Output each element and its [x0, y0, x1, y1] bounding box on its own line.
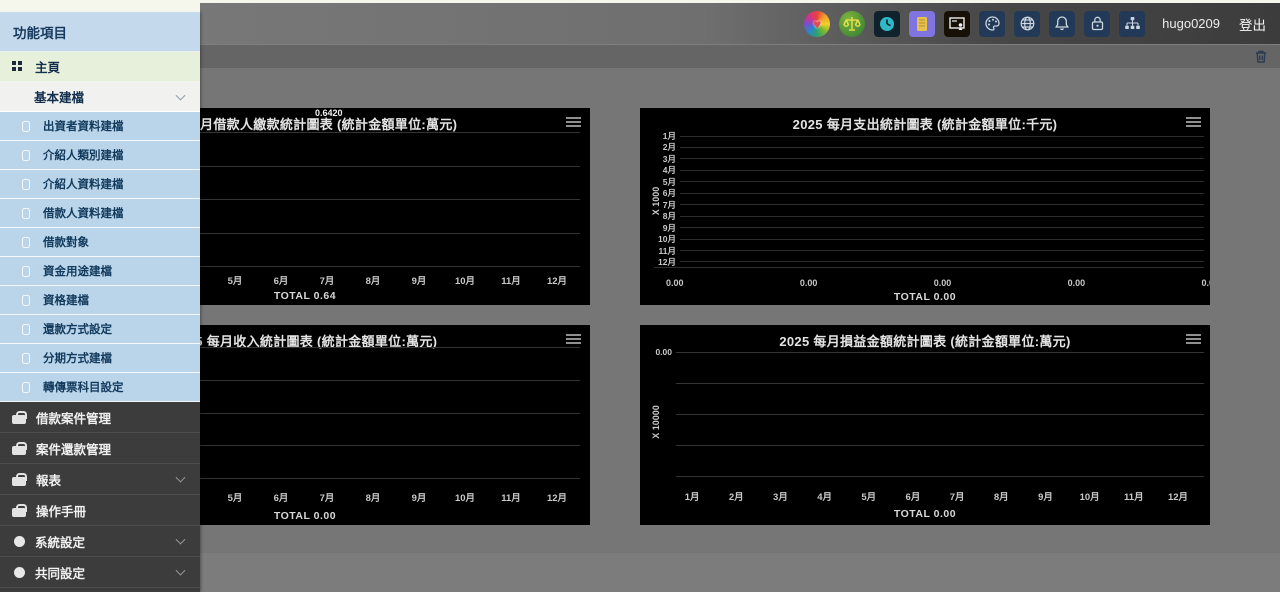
username[interactable]: hugo0209	[1162, 16, 1220, 31]
sidebar: 功能項目 主頁 基本建檔 出資者資料建檔 介紹人類別建檔 介紹人資料建檔	[0, 12, 200, 592]
sidebar-dark-label: 操作手冊	[36, 501, 86, 520]
sidebar-group-label: 基本建檔	[34, 87, 84, 106]
sidebar-submenu-label: 介紹人資料建檔	[43, 176, 124, 192]
x-axis-ticks: 0.000.000.000.000.00	[666, 278, 1210, 288]
bell-icon[interactable]	[1049, 11, 1075, 37]
item-box-icon	[22, 121, 30, 132]
y-axis-title: X 10000	[651, 400, 661, 444]
sitemap-icon[interactable]	[1119, 11, 1145, 37]
lock-icon[interactable]	[1084, 11, 1110, 37]
category-rows: 1月2月3月4月5月6月7月8月9月10月11月12月	[654, 131, 1204, 268]
sidebar-submenu-label: 轉傳票科目設定	[43, 379, 124, 395]
palette-icon[interactable]	[979, 11, 1005, 37]
chevron-down-icon	[176, 535, 186, 545]
sidebar-dark-item[interactable]: 報表	[0, 464, 200, 495]
sidebar-dark-item[interactable]: 案件還款管理	[0, 433, 200, 464]
item-icon	[12, 411, 26, 424]
sidebar-dark-label: 系統設定	[35, 532, 85, 551]
globe-icon[interactable]	[1014, 11, 1040, 37]
chart-menu-icon[interactable]	[1186, 117, 1201, 129]
item-icon	[12, 473, 26, 486]
sidebar-submenu-label: 資金用途建檔	[43, 263, 112, 279]
item-box-icon	[22, 266, 30, 277]
item-box-icon	[22, 179, 30, 190]
sidebar-group-basic[interactable]: 基本建檔	[0, 82, 200, 112]
chart-menu-icon[interactable]	[1186, 334, 1201, 346]
item-box-icon	[22, 295, 30, 306]
item-icon	[12, 504, 26, 517]
chart-menu-icon[interactable]	[566, 117, 581, 129]
item-box-icon	[22, 353, 30, 364]
sidebar-submenu-item[interactable]: 介紹人資料建檔	[0, 170, 200, 199]
sidebar-item-home[interactable]: 主頁	[0, 52, 200, 82]
chart-panel-profit: 2025 每月損益金額統計圖表 (統計金額單位:萬元) 0.00 X 10000…	[640, 325, 1210, 525]
sidebar-submenu-item[interactable]: 介紹人類別建檔	[0, 141, 200, 170]
sidebar-submenu-label: 借款對象	[43, 234, 89, 250]
home-grid-icon	[12, 61, 23, 72]
item-icon	[12, 442, 26, 455]
chart-title: 2025 每月損益金額統計圖表 (統計金額單位:萬元)	[640, 331, 1210, 350]
sidebar-submenu-label: 還款方式設定	[43, 321, 112, 337]
sidebar-dark-label: 共同設定	[35, 563, 85, 582]
sidebar-dark-item[interactable]: 操作手冊	[0, 495, 200, 526]
item-icon	[14, 536, 25, 547]
y-axis-tick: 0.00	[642, 347, 672, 357]
sidebar-dark-label: 案件還款管理	[36, 439, 111, 458]
chevron-down-icon	[176, 90, 186, 100]
scroll-icon[interactable]	[909, 11, 935, 37]
sidebar-submenu-label: 介紹人類別建檔	[43, 147, 124, 163]
x-axis-labels: 1月2月3月4月5月6月7月8月9月10月11月12月	[670, 489, 1200, 503]
sidebar-dark-label: 報表	[36, 470, 61, 489]
item-box-icon	[22, 324, 30, 335]
chart-menu-icon[interactable]	[566, 334, 581, 346]
item-box-icon	[22, 208, 30, 219]
chevron-down-icon	[176, 473, 186, 483]
sidebar-submenu-label: 資格建檔	[43, 292, 89, 308]
item-box-icon	[22, 237, 30, 248]
item-box-icon	[22, 150, 30, 161]
sidebar-title: 功能項目	[0, 12, 200, 52]
sidebar-item-label: 主頁	[35, 57, 60, 76]
sidebar-submenu-item[interactable]: 資格建檔	[0, 286, 200, 315]
sidebar-dark-label: 借款案件管理	[36, 408, 111, 427]
colorful-logo-icon[interactable]: ♥	[804, 11, 830, 37]
sidebar-top-strip	[0, 0, 200, 12]
sidebar-dark-section: 借款案件管理 案件還款管理 報表 操作手冊	[0, 402, 200, 588]
sidebar-dark-item[interactable]: 系統設定	[0, 526, 200, 557]
presentation-icon[interactable]	[944, 11, 970, 37]
sidebar-submenu-item[interactable]: 借款人資料建檔	[0, 199, 200, 228]
sidebar-dark-item[interactable]: 借款案件管理	[0, 402, 200, 433]
chevron-down-icon	[176, 566, 186, 576]
chart-total: TOTAL 0.00	[640, 508, 1210, 520]
sidebar-dark-item[interactable]: 共同設定	[0, 557, 200, 588]
chart-total: TOTAL 0.00	[640, 291, 1210, 303]
sidebar-submenu-label: 借款人資料建檔	[43, 205, 124, 221]
sidebar-submenu-item[interactable]: 資金用途建檔	[0, 257, 200, 286]
sidebar-submenu-label: 出資者資料建檔	[43, 118, 124, 134]
sidebar-submenu-item[interactable]: 還款方式設定	[0, 315, 200, 344]
item-box-icon	[22, 382, 30, 393]
sidebar-submenu-item[interactable]: 分期方式建檔	[0, 344, 200, 373]
chart-panel-expense: 2025 每月支出統計圖表 (統計金額單位:千元) X 1000 1月2月3月4…	[640, 108, 1210, 305]
item-icon	[14, 567, 25, 578]
sidebar-submenu-item[interactable]: 出資者資料建檔	[0, 112, 200, 141]
sidebar-submenu: 出資者資料建檔 介紹人類別建檔 介紹人資料建檔 借款人資料建檔 借款對象	[0, 112, 200, 402]
trash-icon[interactable]	[1254, 49, 1268, 64]
sidebar-submenu-item[interactable]: 轉傳票科目設定	[0, 373, 200, 402]
logout-button[interactable]: 登出	[1239, 14, 1266, 34]
sidebar-submenu-item[interactable]: 借款對象	[0, 228, 200, 257]
scales-icon[interactable]	[839, 11, 865, 37]
sidebar-submenu-label: 分期方式建檔	[43, 350, 112, 366]
clock-icon[interactable]	[874, 11, 900, 37]
